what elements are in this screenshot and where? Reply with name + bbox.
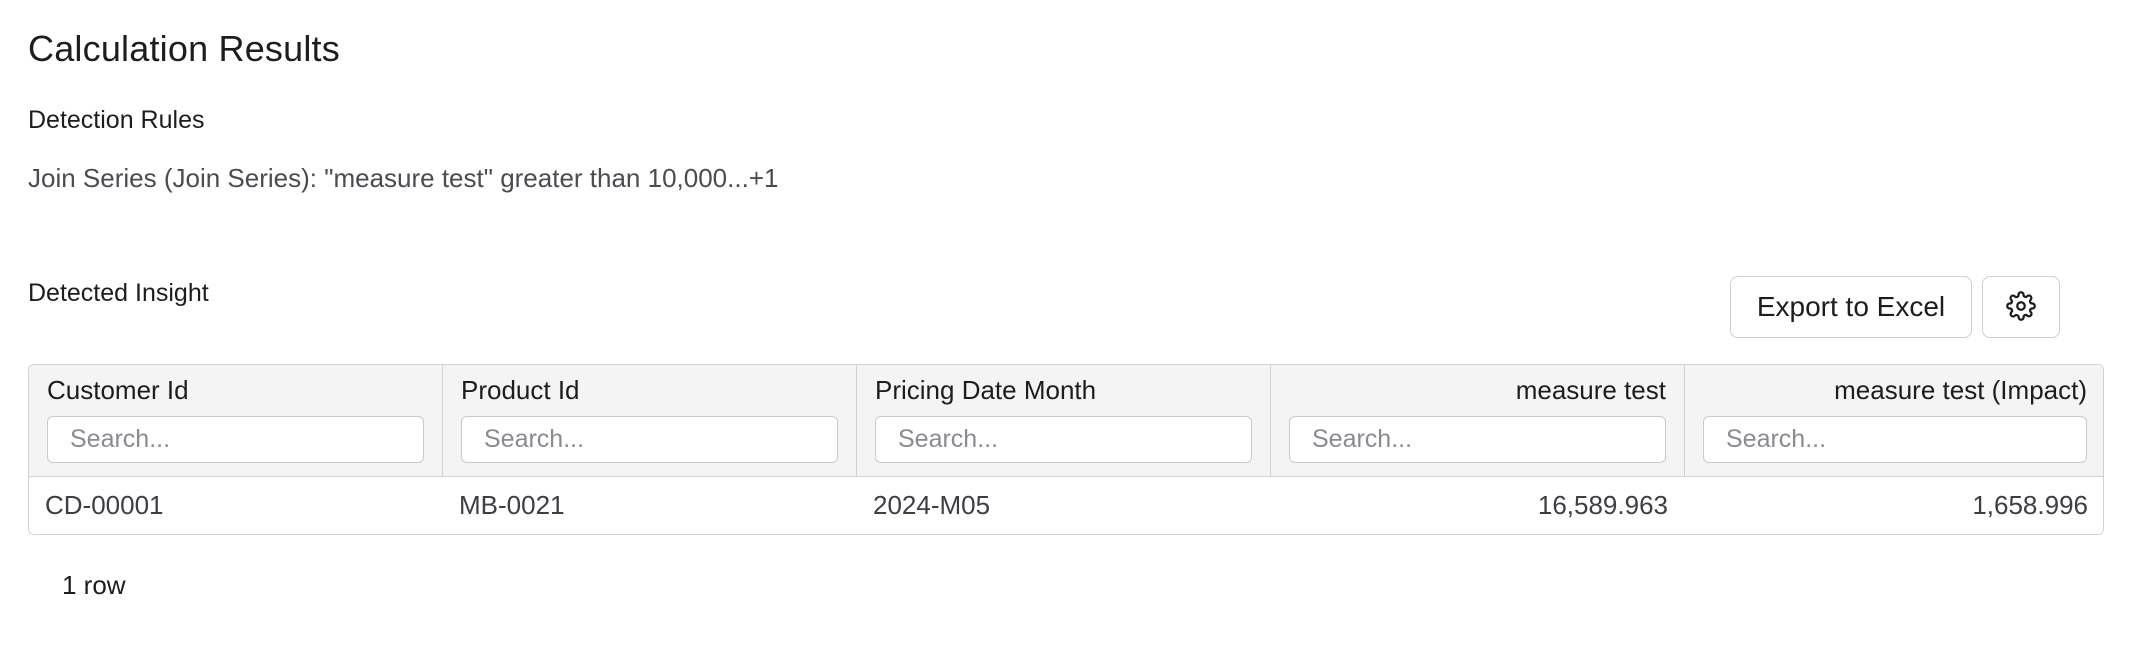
pricing-date-month-cell: 2024-M05: [873, 490, 991, 520]
column-header-product-id[interactable]: Product Id: [443, 365, 857, 476]
column-header-customer-id[interactable]: Customer Id: [29, 365, 443, 476]
insight-toolbar: Export to Excel: [1730, 276, 2060, 338]
detection-rule-text: Join Series (Join Series): "measure test…: [28, 163, 779, 193]
column-header-measure-test[interactable]: measure test: [1271, 365, 1685, 476]
column-header-pricing-date-month[interactable]: Pricing Date Month: [857, 365, 1271, 476]
table-header: Customer Id Product Id Pricing Date Mont…: [29, 365, 2103, 477]
gear-icon: [2006, 290, 2036, 324]
detected-insight-heading: Detected Insight: [28, 279, 209, 307]
pricing-date-month-search-input[interactable]: [875, 416, 1252, 463]
measure-test-impact-cell: 1,658.996: [1972, 490, 2088, 520]
measure-test-impact-search-input[interactable]: [1703, 416, 2087, 463]
detected-insight-table: Customer Id Product Id Pricing Date Mont…: [28, 364, 2104, 535]
row-count: 1 row: [62, 570, 126, 600]
detection-rules-heading: Detection Rules: [28, 106, 205, 134]
measure-test-cell: 16,589.963: [1537, 490, 1668, 520]
product-id-cell: MB-0021: [459, 490, 565, 520]
settings-button[interactable]: [1982, 276, 2060, 338]
customer-id-cell: CD-00001: [45, 490, 164, 520]
page-title: Calculation Results: [28, 28, 340, 69]
column-header-label: Pricing Date Month: [875, 375, 1097, 405]
table-row[interactable]: CD-00001 MB-0021 2024-M05 16,589.963 1,6…: [29, 477, 2103, 534]
column-header-measure-test-impact[interactable]: measure test (Impact): [1685, 365, 2103, 476]
export-to-excel-button[interactable]: Export to Excel: [1730, 276, 1972, 338]
column-header-label: measure test (Impact): [1834, 375, 2087, 405]
column-header-label: Product Id: [461, 375, 580, 405]
column-header-label: Customer Id: [47, 375, 189, 405]
product-id-search-input[interactable]: [461, 416, 838, 463]
measure-test-search-input[interactable]: [1289, 416, 1666, 463]
column-header-label: measure test: [1515, 375, 1666, 405]
customer-id-search-input[interactable]: [47, 416, 424, 463]
